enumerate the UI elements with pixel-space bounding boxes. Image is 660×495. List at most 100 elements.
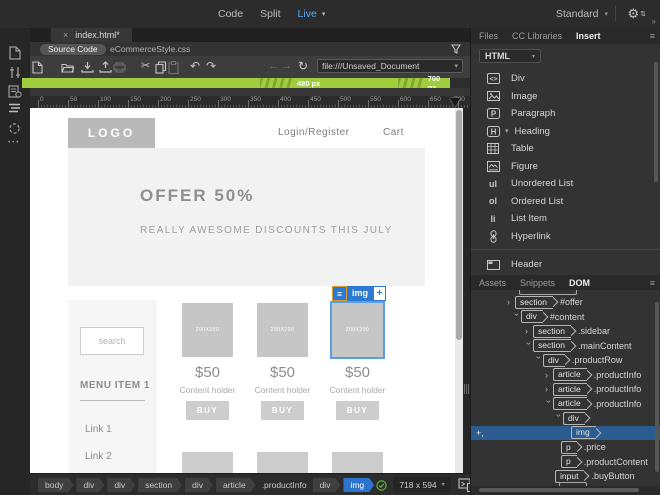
element-hamburger-icon[interactable]: ≡ xyxy=(332,286,347,301)
close-tab-icon[interactable]: × xyxy=(63,30,68,40)
panel-menu-icon[interactable]: ≡ xyxy=(650,278,655,288)
new-document-icon[interactable] xyxy=(32,61,43,74)
buy-button[interactable]: BUY xyxy=(186,401,229,420)
tab-snippets[interactable]: Snippets xyxy=(520,278,555,288)
get-file-icon[interactable] xyxy=(99,61,112,73)
expander-icon[interactable]: › xyxy=(545,370,553,380)
tag-crumb[interactable]: section xyxy=(138,478,182,492)
dom-node[interactable]: › article .productInfo xyxy=(471,368,660,383)
panel-menu-icon[interactable]: ≡ xyxy=(650,31,655,41)
element-tag-label[interactable]: img xyxy=(347,286,374,301)
expander-icon[interactable]: › xyxy=(507,297,515,307)
tag-crumb[interactable]: article xyxy=(216,478,256,492)
tag-crumb[interactable]: div xyxy=(313,478,341,492)
paste-icon[interactable] xyxy=(168,61,179,74)
more-tools-icon[interactable]: ••• xyxy=(8,140,20,146)
cut-icon[interactable]: ✂ xyxy=(141,59,150,72)
tag-crumb[interactable]: body xyxy=(38,478,73,492)
tag-crumb[interactable]: div xyxy=(76,478,104,492)
outline-view-icon[interactable] xyxy=(8,103,22,113)
tab-files[interactable]: Files xyxy=(479,31,498,41)
product-image[interactable] xyxy=(332,452,383,473)
product-image[interactable]: 200X200 xyxy=(257,303,308,357)
print-icon[interactable] xyxy=(113,62,126,73)
document-tab[interactable]: × index.html* xyxy=(51,28,132,42)
tab-cc-libraries[interactable]: CC Libraries xyxy=(512,31,562,41)
lint-status-icon[interactable] xyxy=(376,480,387,491)
insert-item-heading[interactable]: H ▾ Heading xyxy=(471,123,660,140)
dom-node[interactable]: › div #content xyxy=(471,310,660,325)
dom-node[interactable]: p .price xyxy=(471,440,660,455)
product-image[interactable]: 200X200 xyxy=(182,303,233,357)
live-view-button[interactable]: Live xyxy=(298,8,317,20)
code-view-button[interactable]: Code xyxy=(218,8,243,20)
tab-assets[interactable]: Assets xyxy=(479,278,506,288)
insert-item-ordered-list[interactable]: ol Ordered List xyxy=(471,193,660,210)
dom-node[interactable]: › section .mainContent xyxy=(471,339,660,354)
dom-node[interactable]: › section #offer xyxy=(471,295,660,310)
insert-item-image[interactable]: Image xyxy=(471,88,660,105)
media-query-marker-480[interactable]: 480 px xyxy=(260,78,320,88)
login-register-link[interactable]: Login/Register xyxy=(278,127,349,138)
dom-node[interactable]: › section .sidebar xyxy=(471,324,660,339)
insert-item-table[interactable]: Table xyxy=(471,140,660,157)
refresh-icon[interactable]: ↻ xyxy=(298,59,308,73)
element-add-icon[interactable]: + xyxy=(373,286,387,301)
insert-item-div[interactable]: <> Div xyxy=(471,70,660,87)
insert-item-list-item[interactable]: li List Item xyxy=(471,210,660,227)
insert-category-select[interactable]: HTML ▾ xyxy=(479,49,541,63)
heading-chevron-icon[interactable]: ▾ xyxy=(505,127,509,135)
forward-icon[interactable]: → xyxy=(281,60,292,72)
live-view-chevron-icon[interactable]: ▾ xyxy=(322,10,326,18)
new-file-icon[interactable] xyxy=(9,46,21,60)
tab-dom[interactable]: DOM xyxy=(569,278,590,288)
site-logo[interactable]: LOGO xyxy=(68,118,155,148)
ruler-marker-handle[interactable] xyxy=(450,98,460,107)
element-selection-outline[interactable] xyxy=(330,301,385,359)
sidebar-link-2[interactable]: Link 2 xyxy=(85,451,112,462)
insert-item-hyperlink[interactable]: Hyperlink xyxy=(471,228,660,245)
copy-icon[interactable] xyxy=(155,61,167,74)
dom-h-scrollbar[interactable] xyxy=(471,486,660,495)
tab-insert[interactable]: Insert xyxy=(576,31,601,41)
product-image[interactable] xyxy=(182,452,233,473)
address-bar[interactable]: file:///Unsaved_Document ▾ xyxy=(317,59,463,73)
dom-node[interactable]: › div .productRow xyxy=(471,353,660,368)
tag-crumb-class[interactable]: .productInfo xyxy=(259,478,310,492)
tag-crumb[interactable]: div xyxy=(107,478,135,492)
open-file-icon[interactable] xyxy=(61,63,74,73)
redo-icon[interactable]: ↷ xyxy=(206,59,216,73)
insert-item-paragraph[interactable]: P Paragraph xyxy=(471,105,660,122)
product-image[interactable] xyxy=(257,452,308,473)
split-view-button[interactable]: Split xyxy=(260,8,280,20)
search-input[interactable]: search xyxy=(80,327,144,355)
window-size-selector[interactable]: 718 x 594 ▾ xyxy=(393,477,451,492)
dom-node[interactable]: › article .productInfo xyxy=(471,397,660,412)
expander-icon[interactable]: › xyxy=(545,384,553,394)
panel-resize-grabber[interactable] xyxy=(464,384,465,394)
dom-node[interactable]: p .productContent xyxy=(471,455,660,470)
insert-scrollbar-thumb[interactable] xyxy=(654,62,658,182)
insert-item-figure[interactable]: Figure xyxy=(471,158,660,175)
filter-related-files-icon[interactable] xyxy=(451,44,461,54)
workspace-switcher[interactable]: Standard xyxy=(556,8,599,20)
viewport-scrollbar[interactable] xyxy=(455,108,463,473)
insert-item-header[interactable]: Header xyxy=(471,256,660,273)
media-query-marker-700[interactable]: 700 px xyxy=(398,74,450,92)
dom-node[interactable]: › div xyxy=(471,411,660,426)
dom-h-scrollbar-thumb[interactable] xyxy=(479,488,639,492)
put-file-icon[interactable] xyxy=(81,61,94,73)
manage-extensions-icon[interactable] xyxy=(9,66,21,79)
source-code-button[interactable]: Source Code xyxy=(40,43,106,55)
dom-node-selected[interactable]: +, img xyxy=(471,425,660,440)
insert-item-unordered-list[interactable]: ul Unordered List xyxy=(471,175,660,192)
tag-crumb-selected[interactable]: img xyxy=(343,478,374,492)
add-element-icon[interactable]: +, xyxy=(476,428,484,438)
tag-crumb[interactable]: div xyxy=(185,478,213,492)
cart-link[interactable]: Cart xyxy=(383,127,404,138)
sync-settings-button[interactable]: ⚙ ⇅ xyxy=(627,0,646,27)
visual-media-queries-icon[interactable] xyxy=(8,122,21,135)
undo-icon[interactable]: ↶ xyxy=(190,59,200,73)
dom-scrollbar-thumb[interactable] xyxy=(655,302,659,472)
expander-icon[interactable]: › xyxy=(525,326,533,336)
